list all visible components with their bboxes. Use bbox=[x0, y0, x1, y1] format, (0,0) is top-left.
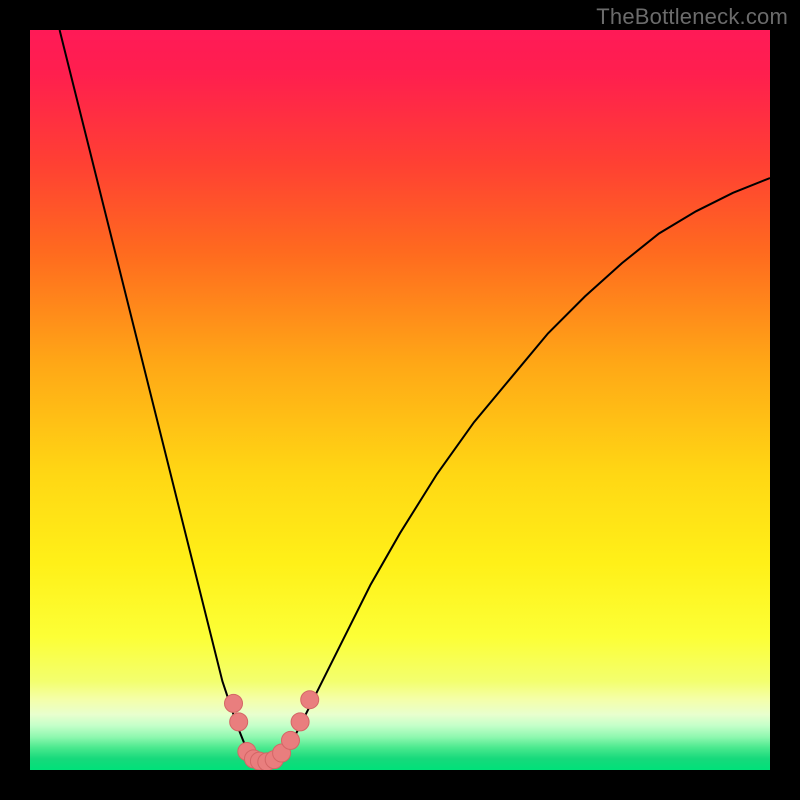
curve-marker bbox=[301, 691, 319, 709]
curve-marker bbox=[225, 694, 243, 712]
chart-frame: TheBottleneck.com bbox=[0, 0, 800, 800]
chart-svg bbox=[30, 30, 770, 770]
gradient-background bbox=[30, 30, 770, 770]
plot-area bbox=[30, 30, 770, 770]
curve-marker bbox=[230, 713, 248, 731]
watermark-text: TheBottleneck.com bbox=[596, 4, 788, 30]
curve-marker bbox=[291, 713, 309, 731]
curve-marker bbox=[281, 731, 299, 749]
